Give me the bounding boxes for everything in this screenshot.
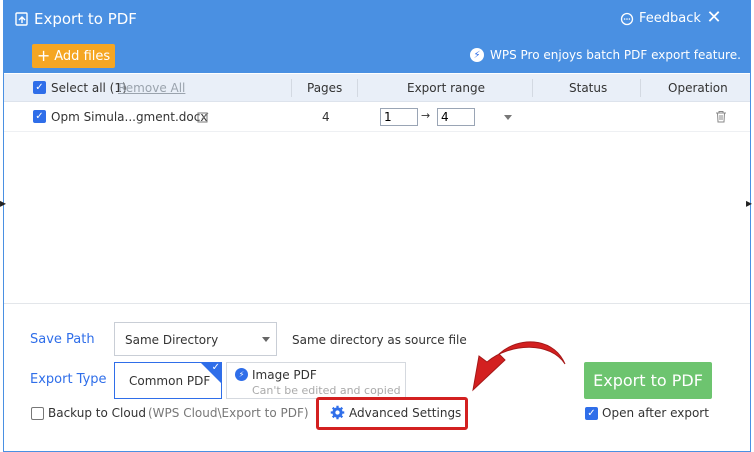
red-arrow-annotation: [472, 341, 566, 392]
gear-icon: [330, 405, 345, 420]
export-to-pdf-button[interactable]: Export to PDF: [584, 362, 712, 399]
check-icon: ✓: [211, 362, 220, 373]
row-checkbox[interactable]: ✓: [33, 110, 46, 123]
advanced-settings-label: Advanced Settings: [349, 405, 462, 420]
header-export-range: Export range: [407, 81, 485, 95]
header-pages: Pages: [307, 81, 343, 95]
chevron-down-icon: [262, 337, 270, 342]
file-name: Opm Simula...gment.docx: [51, 110, 208, 124]
range-dropdown-icon[interactable]: [504, 115, 512, 120]
trash-icon[interactable]: [715, 110, 727, 123]
section-divider: [4, 303, 750, 304]
save-path-select[interactable]: Same Directory: [114, 322, 277, 356]
dialog-header: Export to PDF Feedback ✕ + Add files ⚡ W…: [4, 1, 750, 73]
export-type-label: Export Type: [30, 372, 107, 387]
dialog-title: Export to PDF: [34, 10, 137, 28]
advanced-settings-button[interactable]: Advanced Settings: [330, 405, 461, 420]
plus-icon: +: [36, 46, 51, 65]
image-pdf-sublabel: Can't be edited and copied: [252, 384, 401, 397]
feedback-label: Feedback: [639, 11, 701, 26]
background-edge-mark: ▸: [746, 196, 753, 210]
select-all-checkbox[interactable]: ✓: [33, 81, 46, 94]
close-icon[interactable]: ✕: [704, 7, 724, 28]
promo-text: WPS Pro enjoys batch PDF export feature.: [490, 48, 741, 62]
add-files-label: Add files: [54, 48, 111, 64]
save-path-hint: Same directory as source file: [292, 333, 467, 347]
image-pdf-label: Image PDF: [252, 368, 317, 382]
common-pdf-label: Common PDF: [129, 374, 211, 388]
open-after-checkbox[interactable]: ✓: [585, 407, 598, 420]
export-pdf-icon: [15, 12, 28, 26]
backup-cloud-path: (WPS Cloud\Export to PDF): [148, 406, 309, 420]
pro-promo[interactable]: ⚡ WPS Pro enjoys batch PDF export featur…: [470, 48, 741, 62]
lightning-icon: ⚡: [470, 48, 484, 62]
column-divider: [640, 79, 641, 97]
header-operation: Operation: [668, 81, 728, 95]
backup-cloud-checkbox[interactable]: [31, 407, 44, 420]
page-count: 4: [322, 110, 330, 124]
column-divider: [357, 79, 358, 97]
file-table-header: ✓ Select all (1) Remove All Pages Export…: [4, 74, 750, 102]
select-all-label: Select all (1): [51, 81, 127, 95]
open-after-label: Open after export: [602, 406, 709, 420]
column-divider: [532, 79, 533, 97]
save-path-value: Same Directory: [125, 333, 219, 347]
common-pdf-option[interactable]: Common PDF ✓: [114, 362, 222, 399]
feedback-button[interactable]: Feedback: [620, 11, 701, 26]
arrow-right-icon: →: [421, 109, 431, 122]
remove-all-link[interactable]: Remove All: [118, 81, 185, 95]
edit-icon[interactable]: [197, 111, 210, 124]
image-pdf-option[interactable]: ⚡ Image PDF Can't be edited and copied: [226, 362, 406, 399]
background-edge-mark: ▸: [0, 196, 7, 210]
lightning-icon: ⚡: [235, 368, 248, 381]
table-row: ✓ Opm Simula...gment.docx 4 →: [4, 102, 750, 132]
add-files-button[interactable]: + Add files: [32, 44, 115, 68]
backup-cloud-label: Backup to Cloud: [48, 406, 146, 420]
header-status: Status: [569, 81, 608, 95]
range-from-input[interactable]: [380, 108, 418, 126]
save-path-label: Save Path: [30, 332, 95, 347]
export-to-pdf-dialog: Export to PDF Feedback ✕ + Add files ⚡ W…: [3, 0, 751, 452]
column-divider: [291, 79, 292, 97]
range-to-input[interactable]: [437, 108, 475, 126]
feedback-icon: [620, 12, 634, 25]
